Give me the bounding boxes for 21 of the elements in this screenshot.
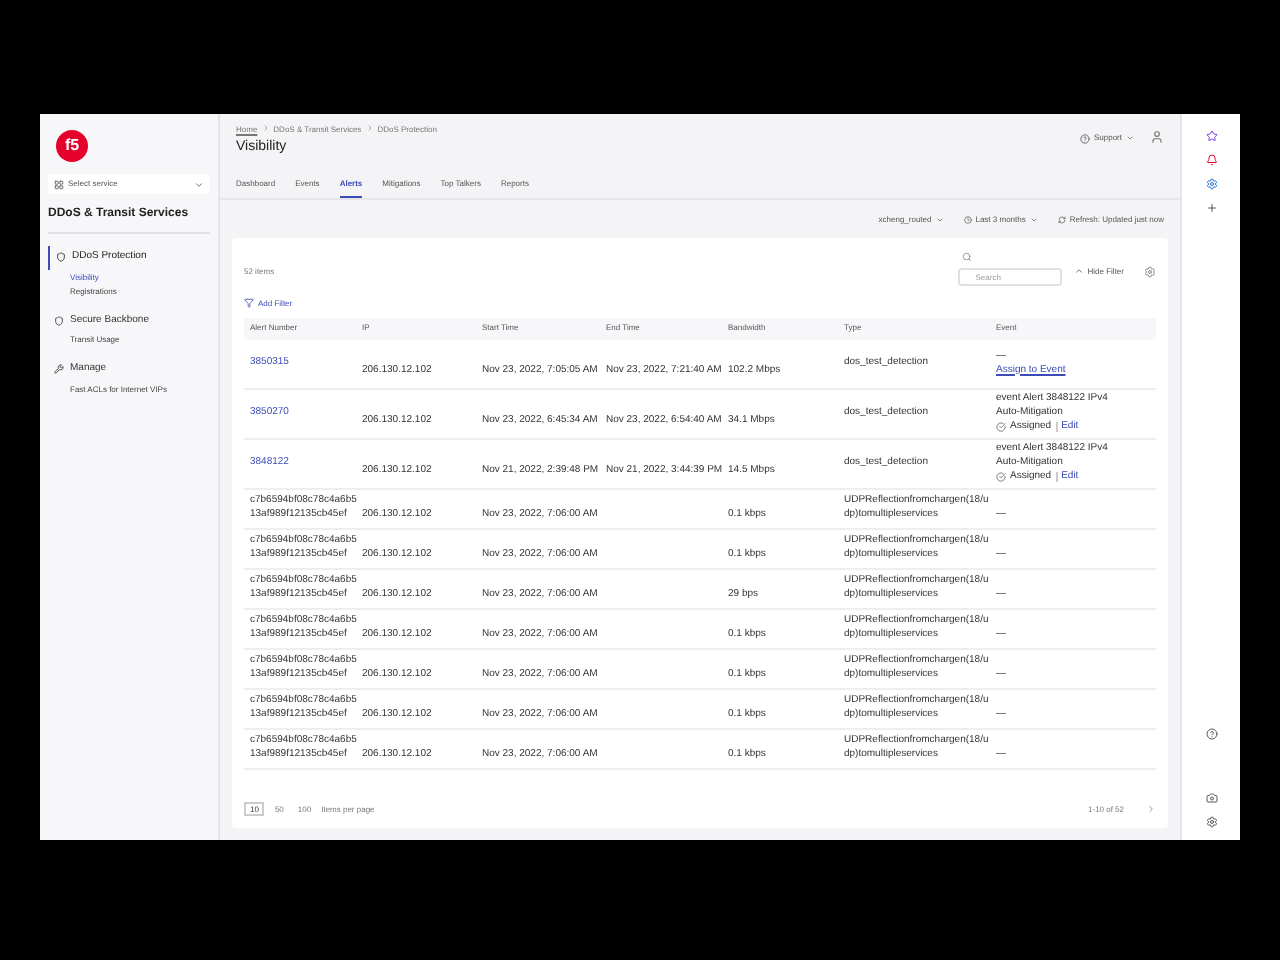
help-icon [1079, 133, 1090, 143]
next-page-icon[interactable] [1146, 804, 1156, 814]
refresh-icon [1057, 215, 1066, 223]
chevron-up-icon [1073, 266, 1084, 276]
settings-icon[interactable] [1144, 265, 1156, 277]
filter-icon [244, 298, 254, 308]
user-icon[interactable] [1150, 130, 1164, 144]
settings-icon[interactable] [1205, 816, 1217, 828]
add-icon[interactable] [1205, 202, 1217, 214]
check-circle-icon [996, 422, 1006, 432]
logo: f5 [56, 130, 88, 162]
grid-icon [54, 179, 64, 189]
camera-icon[interactable] [1205, 792, 1217, 804]
star-icon[interactable] [1205, 130, 1217, 142]
caret-icon [194, 179, 204, 189]
bell-icon[interactable] [1205, 154, 1217, 166]
search-icon [961, 251, 972, 261]
gear-icon[interactable] [1205, 178, 1217, 190]
clock-icon [963, 215, 972, 223]
help-icon[interactable] [1205, 728, 1217, 740]
check-circle-icon [996, 472, 1006, 482]
